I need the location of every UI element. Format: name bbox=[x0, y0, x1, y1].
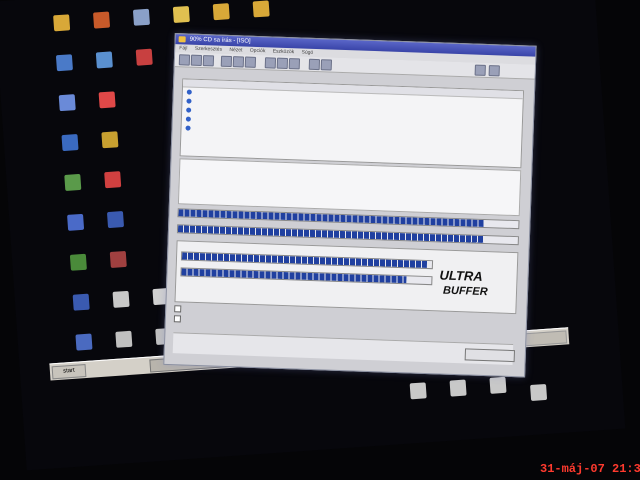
file-progress-fill bbox=[177, 225, 484, 243]
options-checkboxes bbox=[173, 304, 185, 324]
info-bullet-icon bbox=[185, 116, 191, 122]
info-bullet-icon bbox=[186, 98, 192, 104]
info-icon[interactable] bbox=[276, 57, 289, 70]
checkbox[interactable] bbox=[173, 315, 182, 323]
info-bullet-icon bbox=[186, 89, 192, 95]
app-icon bbox=[178, 36, 186, 43]
save-icon[interactable] bbox=[202, 55, 215, 67]
system-tray bbox=[524, 330, 568, 347]
monitor-screen: start 90% CD sa írás - [ISO] Fájl Szerke… bbox=[0, 0, 626, 471]
about-icon[interactable] bbox=[488, 65, 500, 77]
buffer-progress-bar bbox=[180, 251, 434, 270]
option-row[interactable] bbox=[173, 314, 184, 324]
desktop-icon[interactable] bbox=[92, 250, 145, 272]
desktop-icon[interactable] bbox=[81, 90, 134, 112]
camera-date-stamp: 31-máj-07 21:30 bbox=[540, 462, 640, 476]
desktop-icon[interactable] bbox=[512, 383, 565, 405]
device-buffer-bar bbox=[180, 267, 433, 286]
start-button[interactable]: start bbox=[51, 364, 87, 380]
window-title: 90% CD sa írás - [ISO] bbox=[189, 36, 251, 45]
new-project-icon[interactable] bbox=[178, 54, 191, 66]
desktop-icon[interactable] bbox=[86, 170, 139, 192]
burning-app-window: 90% CD sa írás - [ISO] Fájl Szerkesztés … bbox=[163, 33, 537, 378]
open-icon[interactable] bbox=[190, 54, 203, 67]
burn-icon[interactable] bbox=[220, 55, 233, 68]
copy-icon[interactable] bbox=[232, 56, 245, 68]
help-icon[interactable] bbox=[288, 58, 301, 70]
desktop-icon[interactable] bbox=[89, 210, 142, 232]
drive-icon[interactable] bbox=[308, 58, 321, 71]
info-bullet-icon bbox=[186, 107, 192, 113]
option-row[interactable] bbox=[174, 304, 184, 314]
info-bullet-icon bbox=[185, 125, 191, 131]
log-list bbox=[179, 78, 525, 169]
settings-icon[interactable] bbox=[264, 57, 277, 69]
desktop-icon[interactable] bbox=[118, 47, 171, 69]
write-info-panel bbox=[177, 158, 522, 217]
close-button[interactable] bbox=[464, 348, 516, 363]
checkbox[interactable] bbox=[174, 305, 182, 313]
status-area bbox=[172, 332, 514, 366]
desktop-icon[interactable] bbox=[83, 130, 136, 152]
svg-text:BUFFER: BUFFER bbox=[443, 285, 488, 299]
eject-icon[interactable] bbox=[320, 59, 333, 71]
erase-icon[interactable] bbox=[244, 56, 257, 68]
ultra-buffer-logo: ULTRA BUFFER bbox=[439, 267, 488, 299]
device-buffer-fill bbox=[181, 268, 407, 284]
buffer-progress-fill bbox=[181, 252, 428, 268]
svg-text:ULTRA: ULTRA bbox=[439, 267, 483, 283]
photo-of-monitor: start 90% CD sa írás - [ISO] Fájl Szerke… bbox=[0, 0, 640, 480]
desktop-icon[interactable] bbox=[235, 0, 288, 21]
refresh-icon[interactable] bbox=[474, 64, 486, 76]
